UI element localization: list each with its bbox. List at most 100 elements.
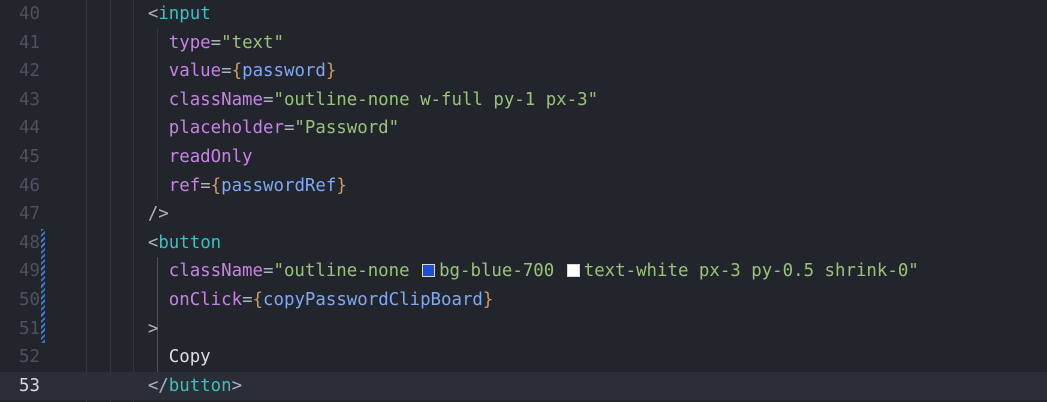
- line-number: 42: [19, 61, 40, 82]
- attr-name: onClick: [168, 290, 243, 310]
- code-line[interactable]: 41 type="text": [0, 29, 1047, 58]
- line-code: placeholder="Password": [85, 114, 399, 143]
- tag-selfclose: />: [147, 204, 169, 225]
- line-code: <button: [85, 229, 221, 258]
- indentation: [85, 376, 148, 396]
- modified-line-indicator[interactable]: [41, 257, 45, 286]
- code-line[interactable]: 49 className="outline-none bg-blue-700 t…: [0, 257, 1047, 286]
- indentation: [85, 90, 169, 110]
- color-swatch-icon[interactable]: [566, 264, 580, 278]
- indentation: [85, 61, 169, 81]
- line-number: 46: [19, 175, 40, 196]
- tag-name: button: [168, 375, 232, 396]
- color-swatch-icon[interactable]: [422, 264, 436, 278]
- line-number: 41: [19, 32, 40, 53]
- line-code: onClick={copyPasswordClipBoard}: [85, 286, 494, 315]
- tag-open: <: [147, 4, 159, 24]
- indentation: [85, 4, 148, 24]
- line-code: >: [85, 315, 158, 344]
- indentation: [85, 118, 169, 138]
- tag-name: input: [158, 4, 211, 24]
- code-line[interactable]: 50 onClick={copyPasswordClipBoard}: [0, 286, 1047, 315]
- attr-value: "text": [221, 32, 284, 53]
- line-number: 50: [19, 290, 40, 310]
- eq: =: [210, 32, 222, 53]
- indentation: [85, 261, 169, 281]
- indentation: [85, 33, 169, 53]
- modified-line-indicator[interactable]: [41, 314, 45, 344]
- jsx-text: Copy: [168, 347, 211, 368]
- line-number: 44: [19, 118, 40, 139]
- code-line[interactable]: 47 />: [0, 200, 1047, 229]
- line-number: 49: [19, 261, 40, 282]
- brace-open: {: [210, 175, 222, 196]
- attr-value-part: "outline-none: [273, 261, 421, 282]
- line-number: 48: [19, 232, 40, 253]
- var: password: [242, 61, 326, 82]
- code-editor[interactable]: 40 <input 41 type="text" 42 value={passwor…: [0, 0, 1047, 402]
- line-number: 45: [19, 147, 40, 167]
- line-code: type="text": [85, 29, 284, 58]
- code-line[interactable]: 51 >: [0, 314, 1047, 344]
- attr-name: className: [168, 89, 263, 110]
- eq: =: [242, 290, 253, 310]
- indentation: [85, 204, 148, 224]
- attr-name: ref: [168, 175, 201, 196]
- line-number: 53: [19, 375, 40, 396]
- eq: =: [263, 261, 274, 282]
- brace-open: {: [231, 61, 243, 82]
- attr-value-part: text-white px-3 py-0.5 shrink-0": [583, 261, 919, 282]
- line-code: </button>: [85, 372, 242, 401]
- tag-name: button: [158, 232, 222, 253]
- indentation: [85, 176, 169, 196]
- brace-open: {: [252, 290, 264, 310]
- code-line[interactable]: 46 ref={passwordRef}: [0, 172, 1047, 201]
- indentation: [85, 319, 148, 339]
- indentation: [85, 290, 169, 310]
- line-code: readOnly: [85, 143, 253, 172]
- line-number: 40: [19, 4, 40, 24]
- code-line[interactable]: 44 placeholder="Password": [0, 114, 1047, 143]
- code-line[interactable]: 53 </button>: [0, 371, 1047, 401]
- attr-name: readOnly: [168, 147, 253, 167]
- line-code: value={password}: [85, 57, 337, 86]
- eq: =: [263, 89, 274, 110]
- line-code: className="outline-none bg-blue-700 text…: [85, 257, 919, 286]
- modified-line-indicator[interactable]: [41, 286, 45, 315]
- code-line[interactable]: 42 value={password}: [0, 57, 1047, 86]
- eq: =: [283, 118, 295, 139]
- indentation: [85, 147, 169, 167]
- line-code: className="outline-none w-full py-1 px-3…: [85, 86, 598, 115]
- modified-line-indicator[interactable]: [41, 228, 45, 258]
- line-code: <input: [85, 0, 211, 29]
- attr-value: "Password": [294, 118, 400, 139]
- line-number: 43: [19, 89, 40, 110]
- indentation: [85, 233, 148, 253]
- tag-open: </: [147, 375, 169, 396]
- attr-name: className: [168, 261, 263, 282]
- eq: =: [200, 175, 211, 196]
- line-code: ref={passwordRef}: [85, 172, 347, 201]
- code-line[interactable]: 43 className="outline-none w-full py-1 p…: [0, 86, 1047, 115]
- code-line[interactable]: 48 <button: [0, 228, 1047, 258]
- eq: =: [221, 61, 232, 82]
- tag-close-bracket: >: [147, 318, 159, 339]
- tag-close-bracket: >: [231, 375, 243, 396]
- indentation: [85, 347, 169, 367]
- var: passwordRef: [221, 175, 337, 196]
- line-number: 52: [19, 347, 40, 368]
- attr-value-part: bg-blue-700: [439, 261, 565, 282]
- line-number: 51: [19, 318, 40, 339]
- line-number: 47: [19, 204, 40, 225]
- code-line[interactable]: 45 readOnly: [0, 143, 1047, 172]
- line-code: />: [85, 200, 169, 229]
- code-line[interactable]: 52 Copy: [0, 343, 1047, 372]
- brace-close: }: [336, 175, 347, 196]
- tag-open: <: [147, 232, 159, 253]
- attr-name: placeholder: [168, 118, 284, 139]
- line-code: Copy: [85, 343, 211, 372]
- attr-name: value: [168, 61, 222, 82]
- code-line[interactable]: 40 <input: [0, 0, 1047, 29]
- var: copyPasswordClipBoard: [263, 290, 483, 310]
- brace-close: }: [325, 61, 337, 82]
